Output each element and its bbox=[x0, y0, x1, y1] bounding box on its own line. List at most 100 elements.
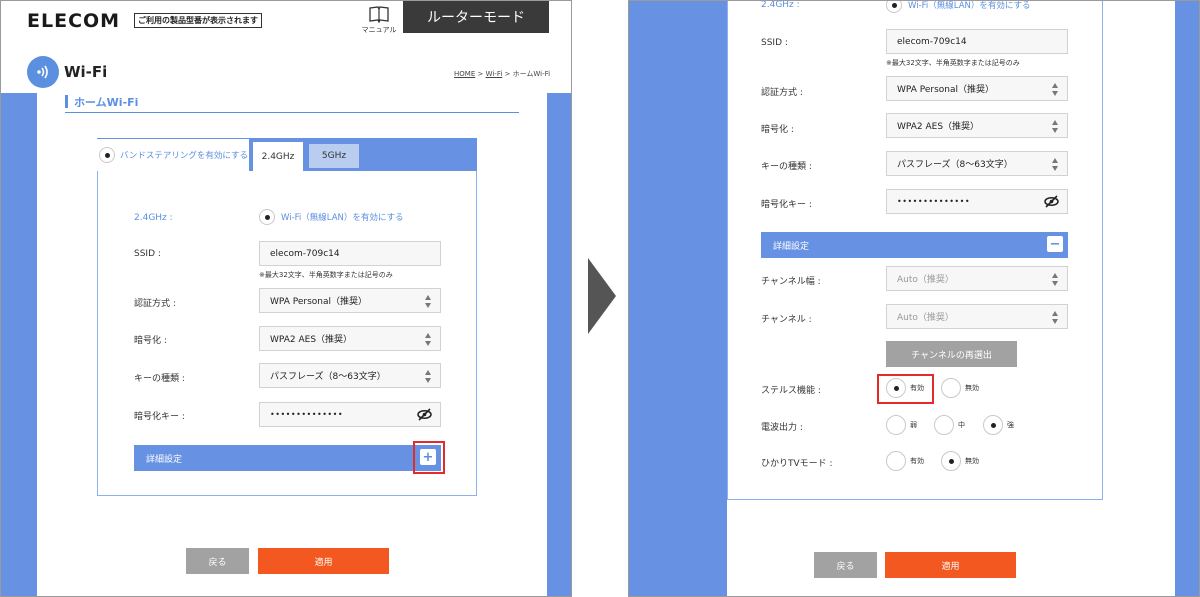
band-tabs: バンドステアリングを有効にする 2.4GHz 5GHz bbox=[97, 138, 477, 171]
key-input[interactable]: •••••••••••••• bbox=[259, 402, 441, 427]
ssid-label: SSID : bbox=[134, 249, 161, 259]
content-margin bbox=[1103, 1, 1175, 596]
auth-select[interactable]: WPA Personal（推奨） bbox=[259, 288, 441, 313]
ssid-value: elecom-709c14 bbox=[270, 248, 340, 259]
stealth-off-radio[interactable] bbox=[941, 378, 961, 398]
settings-panel-after: 2.4GHz : Wi-Fi（無線LAN）を有効にする SSID : eleco… bbox=[628, 0, 1200, 597]
transition-arrow-icon bbox=[588, 258, 616, 334]
select-arrows-icon bbox=[1052, 158, 1059, 171]
channel-select[interactable]: Auto（推奨） bbox=[886, 304, 1068, 329]
hikari-off-option[interactable]: 無効 bbox=[941, 451, 979, 471]
app-header: ELECOM ご利用の製品型番が表示されます マニュアル ルーターモード bbox=[1, 1, 571, 35]
enable-wifi-radio[interactable] bbox=[259, 209, 275, 225]
power-high-option[interactable]: 強 bbox=[983, 415, 1014, 435]
right-side-band bbox=[547, 93, 571, 596]
keytype-label: キーの種類 : bbox=[761, 162, 812, 172]
content-footer bbox=[727, 500, 1103, 596]
apply-button[interactable]: 適用 bbox=[258, 548, 389, 574]
power-low-radio[interactable] bbox=[886, 415, 906, 435]
channel-width-select[interactable]: Auto（推奨） bbox=[886, 266, 1068, 291]
back-button[interactable]: 戻る bbox=[186, 548, 249, 574]
advanced-settings-bar[interactable]: 詳細設定 bbox=[134, 445, 441, 471]
encryption-select[interactable]: WPA2 AES（推奨） bbox=[886, 113, 1068, 138]
manual-button[interactable]: マニュアル bbox=[361, 6, 397, 35]
ssid-input[interactable]: elecom-709c14 bbox=[886, 29, 1068, 54]
ssid-note: ※最大32文字、半角英数字または記号のみ bbox=[259, 271, 393, 279]
tab-5ghz[interactable]: 5GHz bbox=[307, 142, 361, 168]
eye-slash-icon[interactable] bbox=[1044, 195, 1059, 208]
ssid-note: ※最大32文字、半角英数字または記号のみ bbox=[886, 59, 1020, 67]
band-steering-option[interactable]: バンドステアリングを有効にする bbox=[97, 138, 249, 171]
power-mid-option[interactable]: 中 bbox=[934, 415, 965, 435]
breadcrumb: HOME > Wi-Fi > ホームWi-Fi bbox=[454, 69, 550, 79]
power-high-label: 強 bbox=[1007, 421, 1014, 429]
power-low-label: 弱 bbox=[910, 421, 917, 429]
auth-label: 認証方式 : bbox=[134, 299, 176, 309]
ssid-input[interactable]: elecom-709c14 bbox=[259, 241, 441, 266]
advanced-settings-bar[interactable]: 詳細設定 bbox=[761, 232, 1068, 258]
band-label: 2.4GHz : bbox=[134, 213, 173, 223]
enable-wifi-radio[interactable] bbox=[886, 1, 902, 13]
left-side-band bbox=[1, 93, 37, 596]
router-mode-button[interactable]: ルーターモード bbox=[403, 1, 549, 33]
breadcrumb-wifi[interactable]: Wi-Fi bbox=[486, 70, 503, 78]
key-value: •••••••••••••• bbox=[897, 197, 971, 206]
select-arrows-icon bbox=[425, 370, 432, 383]
keytype-select[interactable]: パスフレーズ（8～63文字） bbox=[259, 363, 441, 388]
power-low-option[interactable]: 弱 bbox=[886, 415, 917, 435]
stealth-label: ステルス機能 : bbox=[761, 386, 821, 396]
ssid-value: elecom-709c14 bbox=[897, 36, 967, 47]
manual-label: マニュアル bbox=[361, 26, 397, 34]
eye-slash-icon[interactable] bbox=[417, 408, 432, 421]
enable-wifi-label: Wi-Fi（無線LAN）を有効にする bbox=[908, 1, 1031, 11]
power-high-radio[interactable] bbox=[983, 415, 1003, 435]
model-tagline: ご利用の製品型番が表示されます bbox=[134, 13, 262, 28]
enable-wifi-option[interactable]: Wi-Fi（無線LAN）を有効にする bbox=[259, 209, 403, 225]
hikari-on-radio[interactable] bbox=[886, 451, 906, 471]
breadcrumb-current: ホームWi-Fi bbox=[512, 70, 551, 78]
advanced-settings-label: 詳細設定 bbox=[773, 241, 810, 252]
advanced-collapse-button[interactable]: − bbox=[1047, 236, 1063, 252]
keytype-select[interactable]: パスフレーズ（8～63文字） bbox=[886, 151, 1068, 176]
select-arrows-icon bbox=[1052, 273, 1059, 286]
enable-wifi-label: Wi-Fi（無線LAN）を有効にする bbox=[281, 213, 404, 223]
channel-width-value: Auto（推奨） bbox=[897, 275, 954, 285]
power-mid-label: 中 bbox=[958, 421, 965, 429]
key-value: •••••••••••••• bbox=[270, 410, 344, 419]
breadcrumb-home[interactable]: HOME bbox=[454, 70, 475, 78]
band-steering-radio[interactable] bbox=[99, 147, 115, 163]
comparison-canvas: ELECOM ご利用の製品型番が表示されます マニュアル ルーターモード Wi-… bbox=[0, 0, 1200, 597]
select-arrows-icon bbox=[425, 295, 432, 308]
enable-wifi-option[interactable]: Wi-Fi（無線LAN）を有効にする bbox=[886, 1, 1031, 13]
back-button[interactable]: 戻る bbox=[814, 552, 877, 578]
stealth-off-option[interactable]: 無効 bbox=[941, 378, 979, 398]
apply-button[interactable]: 適用 bbox=[885, 552, 1016, 578]
wifi-icon bbox=[27, 56, 59, 88]
breadcrumb-separator: > bbox=[475, 70, 486, 78]
encryption-value: WPA2 AES（推奨） bbox=[897, 122, 980, 132]
hikari-on-option[interactable]: 有効 bbox=[886, 451, 924, 471]
advanced-settings-label: 詳細設定 bbox=[146, 454, 183, 465]
tab-2-4ghz[interactable]: 2.4GHz bbox=[253, 142, 303, 171]
encryption-label: 暗号化 : bbox=[134, 336, 167, 346]
auth-select[interactable]: WPA Personal（推奨） bbox=[886, 76, 1068, 101]
highlight-expand-button bbox=[413, 441, 445, 474]
auth-value: WPA Personal（推奨） bbox=[270, 297, 368, 307]
breadcrumb-separator: > bbox=[502, 70, 513, 78]
keytype-value: パスフレーズ（8～63文字） bbox=[897, 160, 1013, 170]
section-title: ホームWi-Fi bbox=[65, 93, 519, 113]
encryption-select[interactable]: WPA2 AES（推奨） bbox=[259, 326, 441, 351]
power-mid-radio[interactable] bbox=[934, 415, 954, 435]
channel-reselect-button[interactable]: チャンネルの再選出 bbox=[886, 341, 1017, 367]
page-title: Wi-Fi bbox=[64, 63, 108, 81]
hikari-off-label: 無効 bbox=[965, 457, 979, 465]
section-title-text: ホームWi-Fi bbox=[74, 96, 139, 109]
power-label: 電波出力 : bbox=[761, 423, 803, 433]
book-icon bbox=[369, 6, 389, 23]
band-label: 2.4GHz : bbox=[761, 0, 800, 10]
channel-label: チャンネル : bbox=[761, 315, 812, 325]
hikari-off-radio[interactable] bbox=[941, 451, 961, 471]
key-label: 暗号化キー : bbox=[761, 200, 812, 210]
key-input[interactable]: •••••••••••••• bbox=[886, 189, 1068, 214]
channel-value: Auto（推奨） bbox=[897, 313, 954, 323]
